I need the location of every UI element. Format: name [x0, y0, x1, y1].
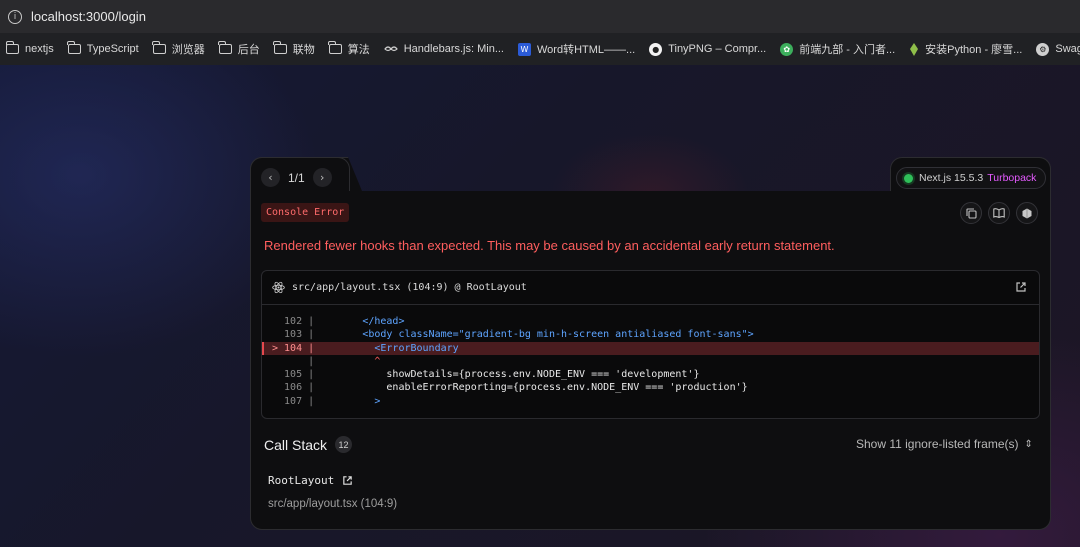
folder-icon	[328, 41, 342, 54]
bookmark-algorithm[interactable]: 算法	[328, 41, 370, 57]
code-line: 107 | >	[272, 395, 381, 407]
code-line: 103 | <body className="gradient-bg min-h…	[272, 329, 754, 341]
nodejs-icon[interactable]	[1016, 202, 1038, 224]
bookmark-tinypng[interactable]: ● TinyPNG – Compr...	[649, 42, 766, 56]
panda-icon: ●	[649, 42, 663, 56]
stack-frame-name[interactable]: RootLayout	[268, 474, 353, 487]
swagger-icon: ⚙	[1036, 42, 1050, 56]
stack-frame-location: src/app/layout.tsx (104:9)	[268, 498, 398, 510]
code-frame: src/app/layout.tsx (104:9) @ RootLayout …	[261, 270, 1040, 419]
previous-error-button[interactable]: ‹	[261, 168, 280, 187]
code-line-highlighted: > 104 | <ErrorBoundary	[262, 341, 1039, 355]
call-stack-count: 12	[335, 436, 353, 453]
bookmark-python[interactable]: 安装Python - 廖雪...	[909, 41, 1022, 57]
show-ignored-frames-button[interactable]: Show 11 ignore-listed frame(s) ⇕	[856, 437, 1033, 451]
code-line: 102 | </head>	[272, 316, 405, 327]
bookmark-word-to-html[interactable]: W Word转HTML——...	[517, 41, 635, 57]
bookmark-backend[interactable]: 后台	[218, 41, 260, 57]
nextjs-version-badge[interactable]: Next.js 15.5.3 Turbopack	[896, 167, 1047, 189]
show-ignored-label: Show 11 ignore-listed frame(s)	[856, 437, 1019, 451]
info-icon[interactable]: i	[8, 9, 22, 24]
status-dot-icon	[904, 173, 913, 183]
open-in-editor-icon[interactable]	[1015, 281, 1027, 293]
bookmark-frontend[interactable]: ✿ 前端九部 - 入门者...	[780, 41, 895, 57]
address-bar[interactable]: i localhost:3000/login	[0, 0, 1080, 33]
word-icon: W	[517, 42, 531, 56]
bundler-label: Turbopack	[987, 172, 1037, 184]
chevron-up-down-icon: ⇕	[1024, 438, 1033, 450]
error-message: Rendered fewer hooks than expected. This…	[264, 238, 835, 253]
url-text[interactable]: localhost:3000/login	[31, 9, 146, 24]
docs-book-icon[interactable]	[988, 202, 1010, 224]
folder-icon	[218, 41, 232, 54]
python-icon	[909, 42, 919, 56]
bookmark-swagger[interactable]: ⚙Swagge	[1036, 42, 1080, 56]
folder-icon	[5, 41, 19, 54]
folder-icon	[152, 41, 166, 54]
react-icon	[272, 281, 285, 294]
code-line: 106 | enableErrorReporting={process.env.…	[272, 382, 748, 394]
overlay-toolbar	[960, 202, 1044, 224]
copy-icon[interactable]	[960, 202, 982, 224]
code-frame-body: 102 | </head> 103 | <body className="gra…	[262, 305, 1039, 408]
error-count: 1/1	[288, 170, 305, 185]
next-error-button[interactable]: ›	[312, 168, 332, 187]
bookmarks-bar: nextjs TypeScript 浏览器 后台 联物 算法 Handlebar…	[0, 33, 1080, 65]
bookmark-iot[interactable]: 联物	[273, 41, 315, 57]
bookmark-browser[interactable]: 浏览器	[152, 41, 205, 57]
folder-icon	[67, 41, 81, 54]
call-stack-title: Call Stack 12	[264, 436, 353, 453]
code-frame-header: src/app/layout.tsx (104:9) @ RootLayout	[262, 271, 1039, 305]
handlebars-icon	[383, 45, 398, 53]
code-frame-file[interactable]: src/app/layout.tsx (104:9) @ RootLayout	[292, 282, 527, 293]
error-type-badge: Console Error	[261, 203, 350, 222]
code-line: 105 | showDetails={process.env.NODE_ENV …	[272, 369, 700, 381]
bookmark-handlebars[interactable]: Handlebars.js: Min...	[383, 43, 504, 55]
open-in-editor-icon[interactable]	[342, 475, 353, 486]
bookmark-nextjs[interactable]: nextjs	[5, 41, 54, 55]
leaf-icon: ✿	[780, 42, 794, 56]
error-pager: ‹ 1/1 ›	[261, 168, 332, 187]
nextjs-version: Next.js 15.5.3	[919, 172, 984, 184]
call-stack-label: Call Stack	[264, 436, 328, 453]
bookmark-typescript[interactable]: TypeScript	[67, 41, 139, 55]
folder-icon	[273, 41, 287, 54]
code-line-caret: | ^	[272, 355, 381, 367]
